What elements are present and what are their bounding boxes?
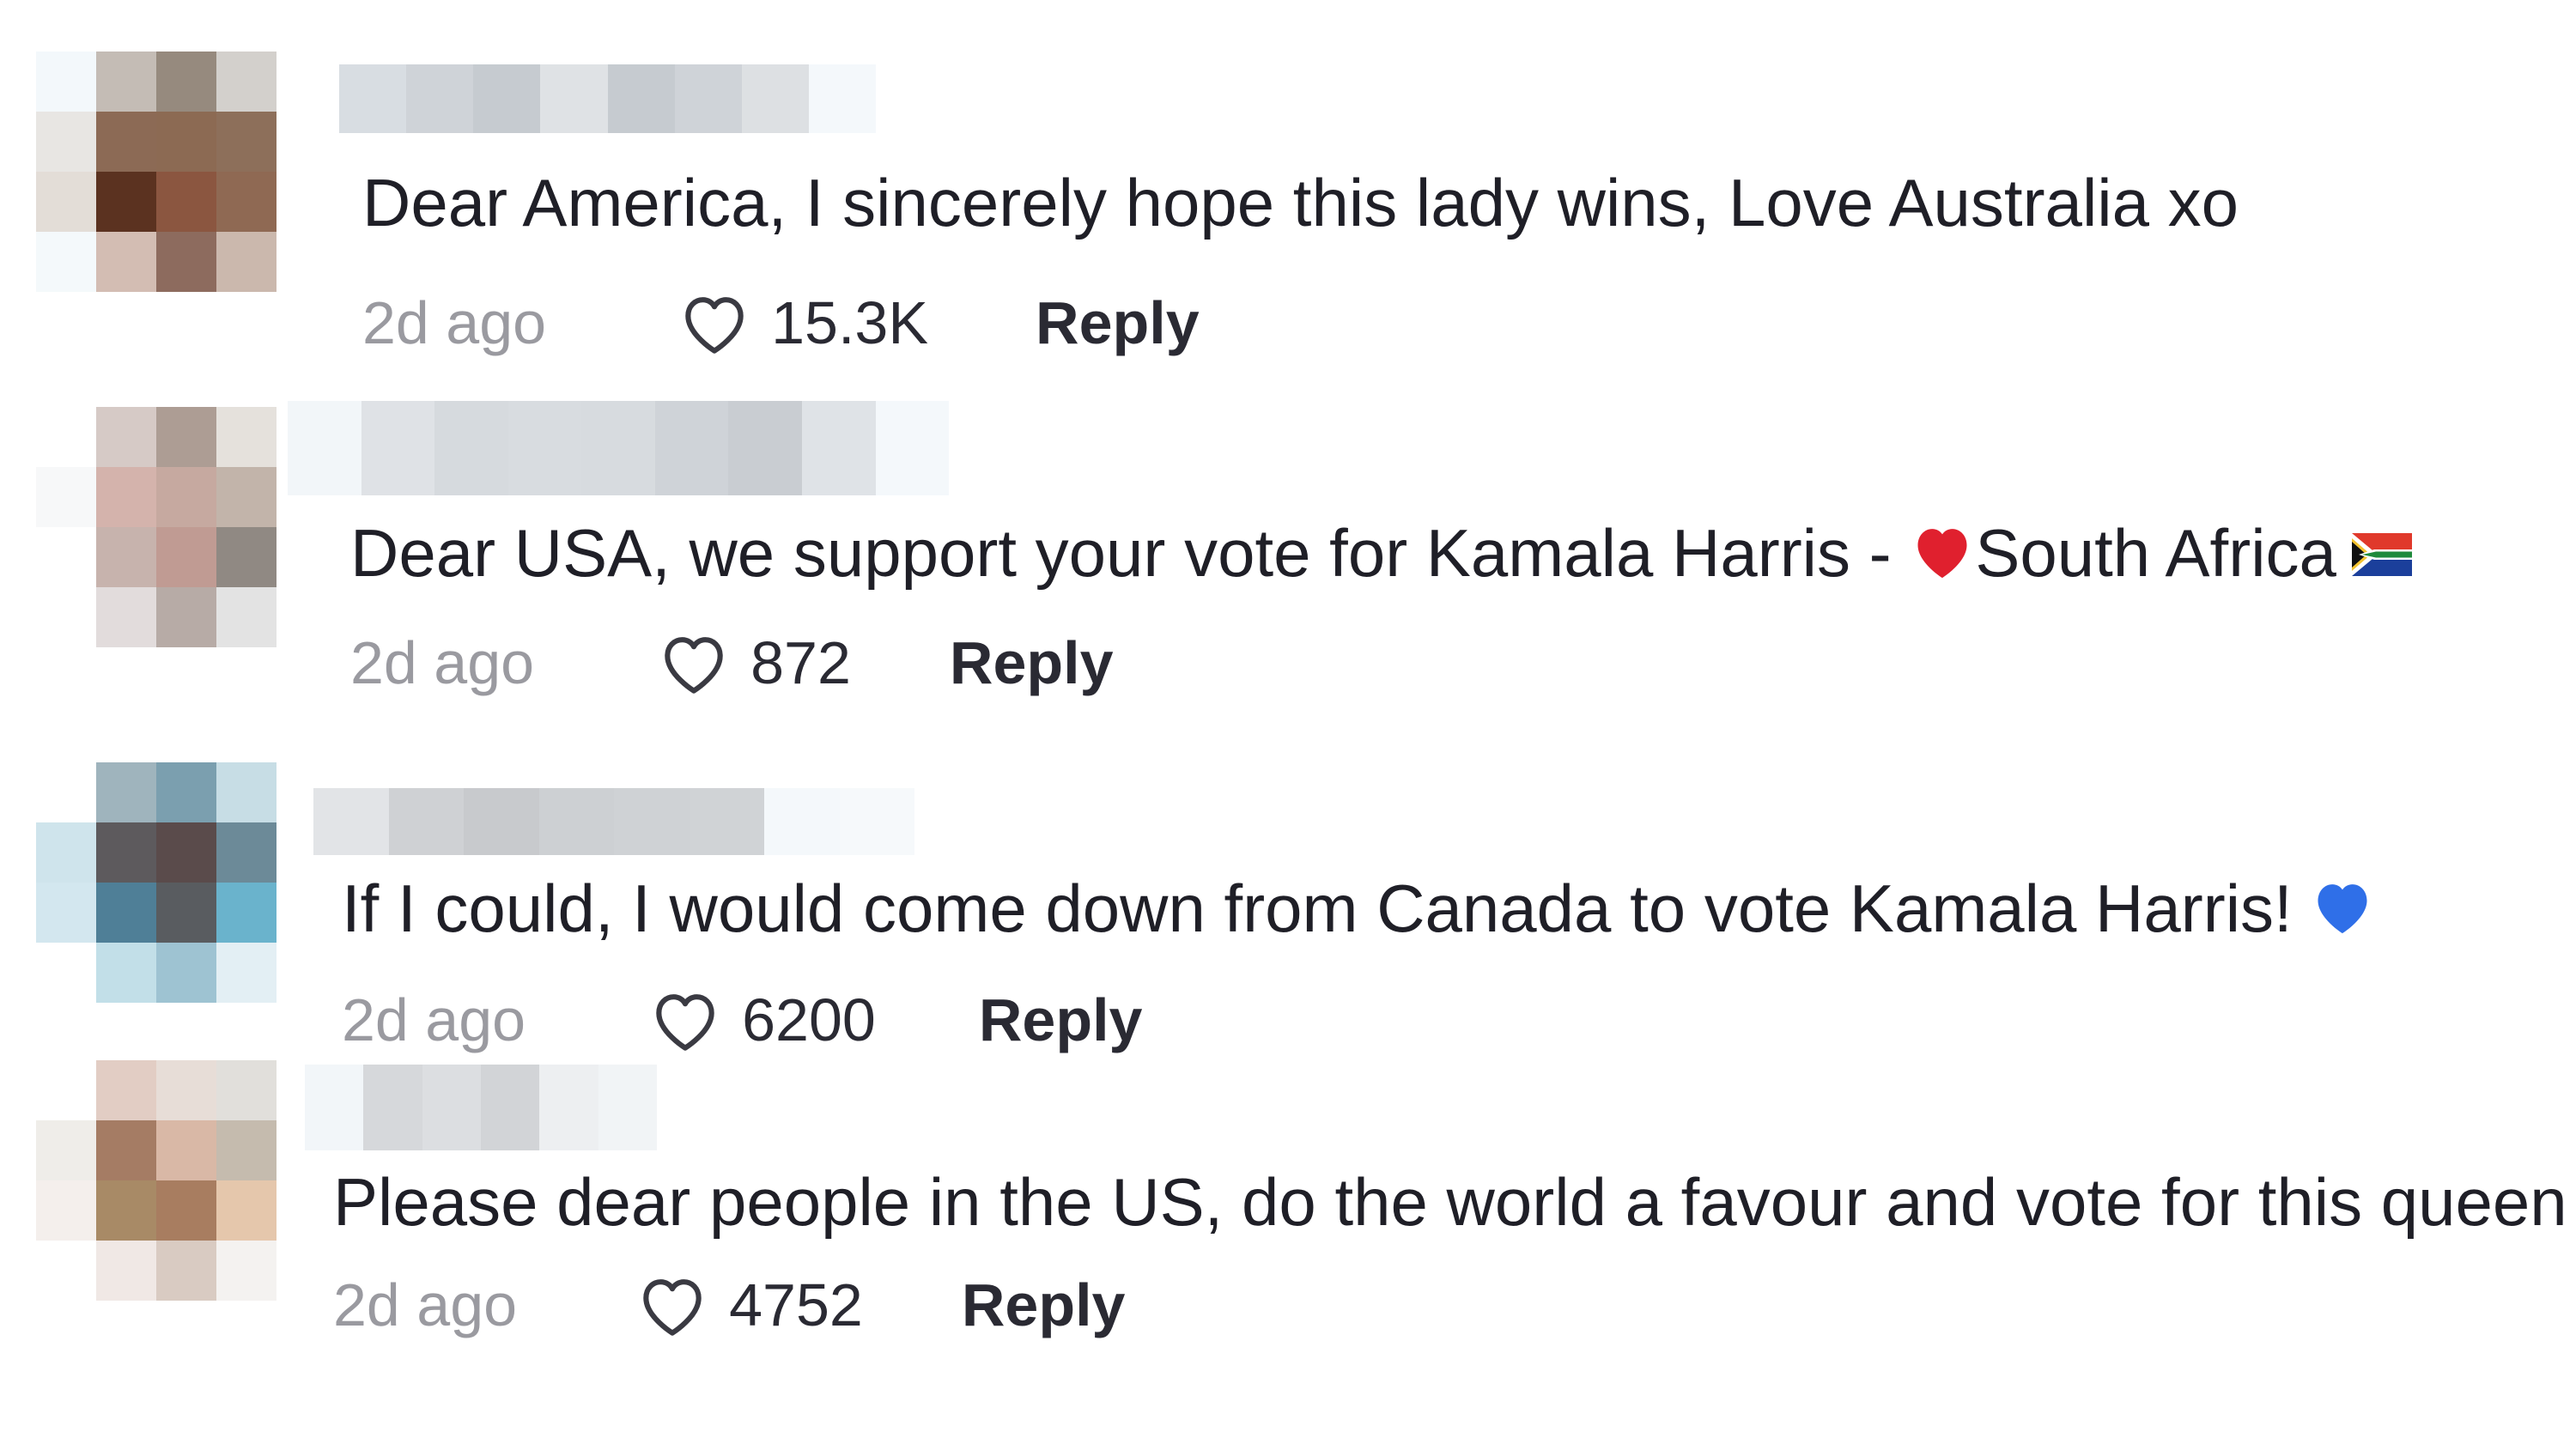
blue-heart-icon bbox=[2318, 884, 2367, 934]
comment-time: 2d ago bbox=[342, 986, 526, 1053]
heart-outline-icon bbox=[665, 637, 723, 694]
username-blurred[interactable] bbox=[339, 64, 876, 133]
username-blurred[interactable] bbox=[305, 1065, 657, 1150]
heart-outline-icon bbox=[656, 994, 714, 1051]
username-blurred[interactable] bbox=[288, 401, 950, 495]
avatar[interactable] bbox=[36, 1060, 276, 1301]
comment-time: 2d ago bbox=[362, 289, 547, 356]
red-heart-icon bbox=[1917, 529, 1967, 579]
reply-button[interactable]: Reply bbox=[962, 1271, 1126, 1339]
comment-text: Dear USA, we support your vote for Kamal… bbox=[350, 512, 2412, 594]
reply-button[interactable]: Reply bbox=[950, 628, 1114, 697]
reply-button[interactable]: Reply bbox=[979, 986, 1143, 1054]
like-button[interactable]: 15.3K bbox=[675, 283, 928, 362]
comment-text-part: If I could, I would come down from Canad… bbox=[342, 871, 2293, 946]
avatar[interactable] bbox=[36, 762, 276, 1003]
like-count: 6200 bbox=[742, 986, 876, 1053]
comment-time: 2d ago bbox=[350, 629, 535, 696]
like-count: 4752 bbox=[729, 1271, 863, 1338]
south-africa-flag-icon bbox=[2351, 533, 2412, 576]
heart-outline-icon bbox=[643, 1279, 702, 1336]
comment-text: Please dear people in the US, do the wor… bbox=[333, 1164, 2567, 1240]
like-count: 15.3K bbox=[771, 289, 929, 356]
like-button[interactable]: 872 bbox=[654, 623, 851, 702]
username-blurred[interactable] bbox=[313, 788, 914, 855]
avatar[interactable] bbox=[36, 52, 276, 292]
comment-time: 2d ago bbox=[333, 1271, 518, 1338]
comment-text-part: Dear USA, we support your vote for Kamal… bbox=[350, 515, 1911, 591]
like-button[interactable]: 4752 bbox=[633, 1265, 863, 1344]
avatar[interactable] bbox=[36, 407, 276, 647]
like-button[interactable]: 6200 bbox=[646, 980, 876, 1059]
heart-outline-icon bbox=[685, 297, 744, 354]
comment-text: Dear America, I sincerely hope this lady… bbox=[362, 165, 2239, 240]
comment-text: If I could, I would come down from Canad… bbox=[342, 867, 2375, 950]
comment-text-part: South Africa bbox=[1975, 515, 2336, 591]
like-count: 872 bbox=[750, 629, 851, 696]
reply-button[interactable]: Reply bbox=[1036, 288, 1200, 357]
